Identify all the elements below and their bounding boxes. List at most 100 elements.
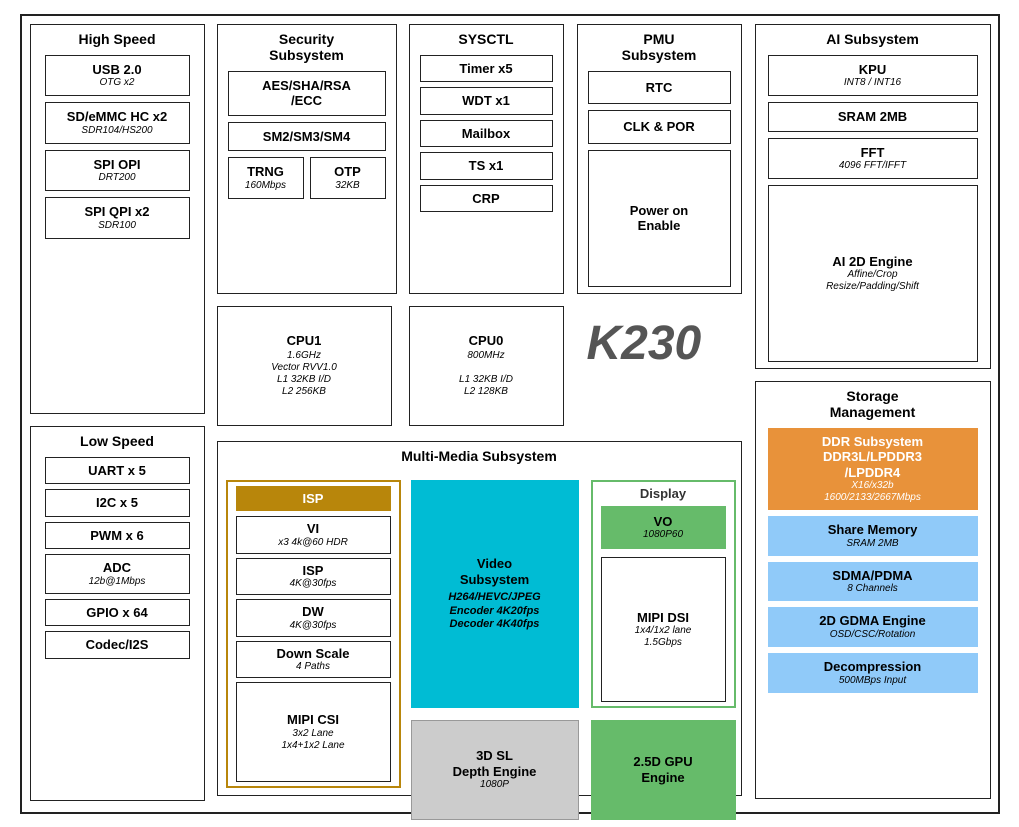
codec-title: Codec/I2S	[86, 637, 149, 653]
pwm-box: PWM x 6	[45, 522, 190, 550]
clk-box: CLK & POR	[588, 110, 731, 144]
ddr-box: DDR SubsystemDDR3L/LPDDR3/LPDDR4 X16/x32…	[768, 428, 978, 511]
isp-header: ISP	[236, 486, 391, 512]
spi-qpi-sub: SDR100	[98, 220, 136, 232]
sm-box: SM2/SM3/SM4	[228, 122, 386, 152]
i2c-title: I2C x 5	[96, 495, 138, 511]
k230-label: K230	[587, 316, 702, 371]
timer-box: Timer x5	[420, 55, 553, 83]
isp-inner-box: ISP 4K@30fps	[236, 558, 391, 596]
multimedia-label: Multi-Media Subsystem	[401, 448, 557, 464]
crp-box: CRP	[420, 185, 553, 213]
timer-title: Timer x5	[459, 61, 512, 77]
ddr-title: DDR SubsystemDDR3L/LPDDR3/LPDDR4	[822, 434, 923, 481]
cpu0-title: CPU0	[469, 333, 504, 349]
mipi-dsi-box: MIPI DSI 1x4/1x2 lane1.5Gbps	[601, 557, 726, 701]
decomp-box: Decompression 500MBps Input	[768, 653, 978, 693]
ai2d-box: AI 2D Engine Affine/CropResize/Padding/S…	[768, 185, 978, 361]
low-speed-section: Low Speed UART x 5 I2C x 5 PWM x 6 ADC 1…	[30, 426, 205, 801]
downscale-sub: 4 Paths	[296, 661, 330, 673]
otp-box: OTP 32KB	[310, 157, 386, 199]
aes-title: AES/SHA/RSA/ECC	[262, 78, 351, 109]
cpu0-box: CPU0 800MHzL1 32KB I/DL2 128KB	[409, 306, 564, 426]
high-speed-section: High Speed USB 2.0 OTG x2 SD/eMMC HC x2 …	[30, 24, 205, 414]
mailbox-title: Mailbox	[462, 126, 510, 142]
ai-label: AI Subsystem	[826, 31, 919, 47]
codec-box: Codec/I2S	[45, 631, 190, 659]
mipi-dsi-sub: 1x4/1x2 lane1.5Gbps	[635, 625, 692, 649]
ts-box: TS x1	[420, 152, 553, 180]
fft-box: FFT 4096 FFT/IFFT	[768, 138, 978, 180]
mipi-csi-title: MIPI CSI	[287, 712, 339, 728]
sm-title: SM2/SM3/SM4	[263, 129, 350, 145]
dw-sub: 4K@30fps	[290, 620, 337, 632]
pwm-title: PWM x 6	[90, 528, 143, 544]
sram-box: SRAM 2MB	[768, 102, 978, 132]
aes-box: AES/SHA/RSA/ECC	[228, 71, 386, 116]
sd-emmc-box: SD/eMMC HC x2 SDR104/HS200	[45, 102, 190, 144]
ai2d-title: AI 2D Engine	[832, 254, 912, 270]
uart-box: UART x 5	[45, 457, 190, 485]
usb-sub: OTG x2	[99, 77, 134, 89]
clk-title: CLK & POR	[623, 119, 695, 135]
trng-box: TRNG 160Mbps	[228, 157, 304, 199]
sdma-sub: 8 Channels	[847, 583, 898, 595]
spi-opi-sub: DRT200	[98, 172, 135, 184]
spi-qpi-title: SPI QPI x2	[84, 204, 149, 220]
decomp-title: Decompression	[824, 659, 922, 675]
kpu-sub: INT8 / INT16	[844, 77, 901, 89]
gpio-title: GPIO x 64	[86, 605, 147, 621]
dw-box: DW 4K@30fps	[236, 599, 391, 637]
trng-sub: 160Mbps	[245, 180, 286, 192]
security-section: SecuritySubsystem AES/SHA/RSA/ECC SM2/SM…	[217, 24, 397, 294]
vi-sub: x3 4k@60 HDR	[278, 537, 348, 549]
adc-box: ADC 12b@1Mbps	[45, 554, 190, 594]
wdt-title: WDT x1	[462, 93, 510, 109]
storage-label: StorageManagement	[830, 388, 916, 420]
video-sub-title: VideoSubsystem	[460, 556, 529, 587]
share-mem-box: Share Memory SRAM 2MB	[768, 516, 978, 556]
sysctl-section: SYSCTL Timer x5 WDT x1 Mailbox TS x1 CRP	[409, 24, 564, 294]
spi-qpi-box: SPI QPI x2 SDR100	[45, 197, 190, 239]
storage-section: StorageManagement DDR SubsystemDDR3L/LPD…	[755, 381, 991, 799]
gdma-title: 2D GDMA Engine	[819, 613, 925, 629]
isp-header-title: ISP	[303, 491, 324, 507]
cpu1-title: CPU1	[287, 333, 322, 349]
sd-title: SD/eMMC HC x2	[67, 109, 167, 125]
pmu-label: PMUSubsystem	[622, 31, 697, 63]
video-sub-sub: H264/HEVC/JPEGEncoder 4K20fpsDecoder 4K4…	[448, 591, 540, 631]
kpu-box: KPU INT8 / INT16	[768, 55, 978, 97]
spi-opi-box: SPI OPI DRT200	[45, 150, 190, 192]
cpu1-box: CPU1 1.6GHzVector RVV1.0L1 32KB I/DL2 25…	[217, 306, 392, 426]
ai2d-sub: Affine/CropResize/Padding/Shift	[826, 269, 919, 293]
depth-sub: 1080P	[480, 779, 509, 791]
usb-box: USB 2.0 OTG x2	[45, 55, 190, 97]
vo-box: VO 1080P60	[601, 506, 726, 550]
isp-inner-title: ISP	[303, 563, 324, 579]
sdma-box: SDMA/PDMA 8 Channels	[768, 562, 978, 602]
kpu-title: KPU	[859, 62, 886, 78]
rtc-title: RTC	[646, 80, 673, 96]
uart-title: UART x 5	[88, 463, 146, 479]
i2c-box: I2C x 5	[45, 489, 190, 517]
rtc-box: RTC	[588, 71, 731, 105]
depth-title: 3D SLDepth Engine	[453, 748, 537, 779]
video-sub-box: VideoSubsystem H264/HEVC/JPEGEncoder 4K2…	[411, 480, 579, 708]
sram-title: SRAM 2MB	[838, 109, 907, 125]
sdma-title: SDMA/PDMA	[832, 568, 912, 584]
wdt-box: WDT x1	[420, 87, 553, 115]
dw-title: DW	[302, 604, 324, 620]
spi-opi-title: SPI OPI	[94, 157, 141, 173]
ts-title: TS x1	[469, 158, 504, 174]
crp-title: CRP	[472, 191, 499, 207]
power-on-title: Power onEnable	[630, 203, 689, 234]
mipi-csi-sub: 3x2 Lane1x4+1x2 Lane	[281, 728, 344, 752]
downscale-box: Down Scale 4 Paths	[236, 641, 391, 679]
sysctl-label: SYSCTL	[458, 31, 513, 47]
isp-inner-sub: 4K@30fps	[290, 578, 337, 590]
adc-sub: 12b@1Mbps	[89, 576, 146, 588]
isp-group: ISP VI x3 4k@60 HDR ISP 4K@30fps DW 4K@3…	[226, 480, 401, 788]
cpu0-sub: 800MHzL1 32KB I/DL2 128KB	[459, 350, 513, 398]
power-on-box: Power onEnable	[588, 150, 731, 287]
mailbox-box: Mailbox	[420, 120, 553, 148]
